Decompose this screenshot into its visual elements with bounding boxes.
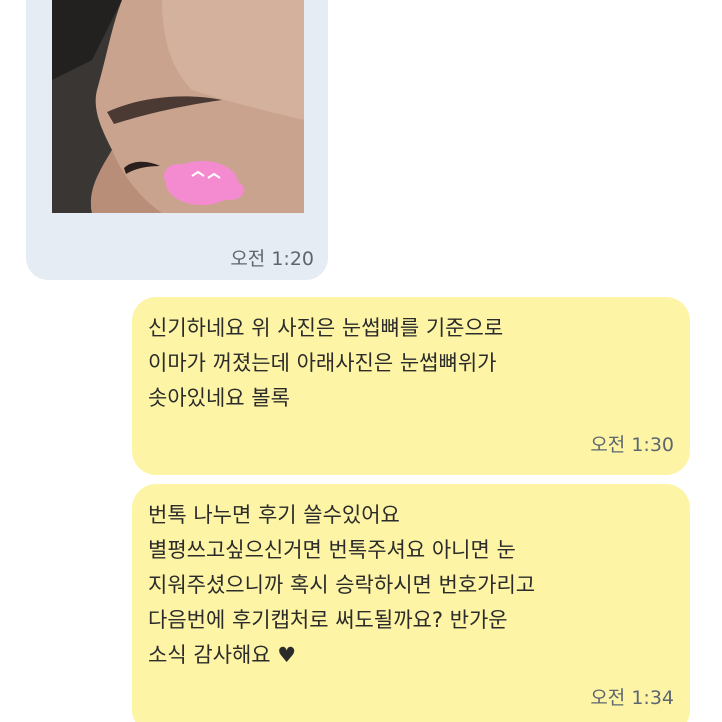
outgoing-message-bubble[interactable]: 신기하네요 위 사진은 눈썹뼈를 기준으로 이마가 꺼졌는데 아래사진은 눈썹뼈… xyxy=(132,297,690,475)
chat-screen: 오전 1:20 신기하네요 위 사진은 눈썹뼈를 기준으로 이마가 꺼졌는데 아… xyxy=(0,0,722,722)
message-text: 번톡 나누면 후기 쓸수있어요 별평쓰고싶으신거면 번톡주셔요 아니면 눈 지워… xyxy=(148,503,536,667)
message-timestamp: 오전 1:34 xyxy=(590,687,674,709)
message-timestamp: 오전 1:20 xyxy=(230,248,314,270)
message-timestamp: 오전 1:30 xyxy=(590,434,674,456)
message-photo[interactable] xyxy=(52,0,304,213)
face-photo-image xyxy=(52,0,304,213)
message-text: 신기하네요 위 사진은 눈썹뼈를 기준으로 이마가 꺼졌는데 아래사진은 눈썹뼈… xyxy=(148,316,504,410)
outgoing-message-bubble[interactable]: 번톡 나누면 후기 쓸수있어요 별평쓰고싶으신거면 번톡주셔요 아니면 눈 지워… xyxy=(132,484,690,722)
